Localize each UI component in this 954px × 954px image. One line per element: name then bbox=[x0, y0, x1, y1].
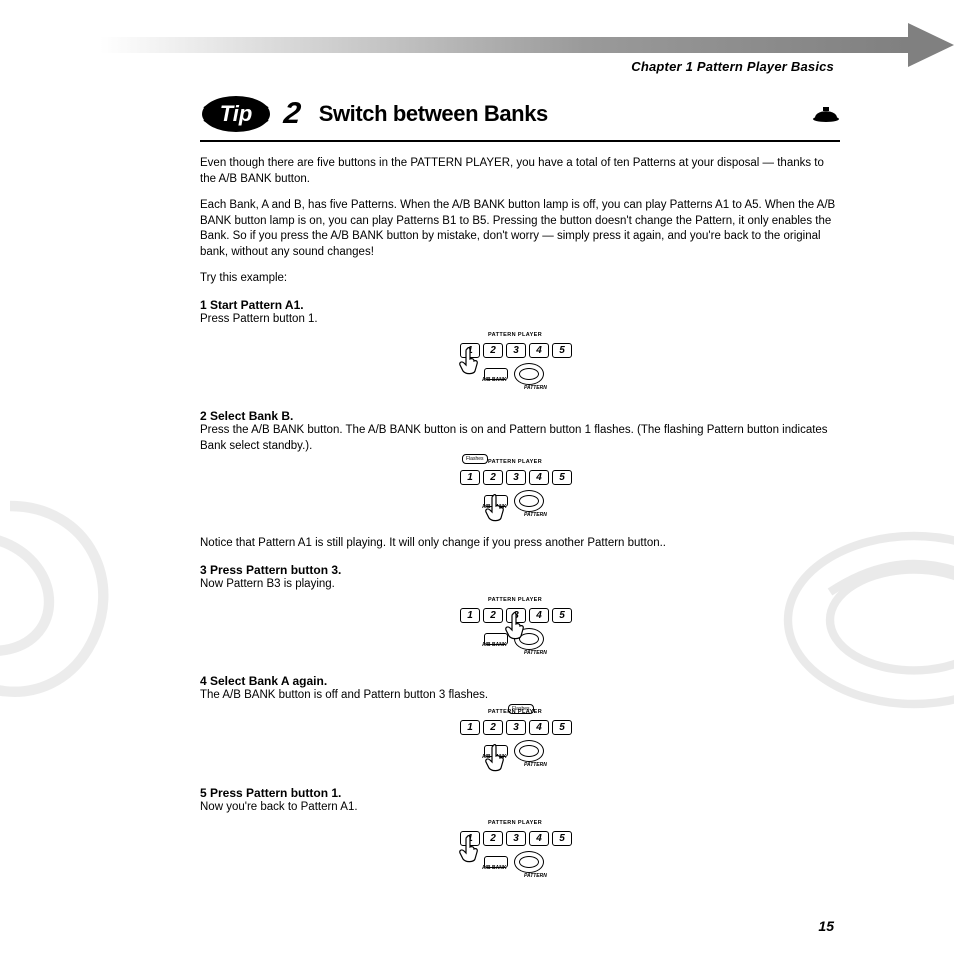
step-2-heading: 2 Select Bank B. bbox=[200, 409, 840, 423]
pattern-button-1: 1 bbox=[460, 608, 480, 623]
intro-p2: Each Bank, A and B, has five Patterns. W… bbox=[200, 198, 840, 260]
tip-header: Tip 2 Switch between Banks bbox=[200, 94, 840, 142]
diagram-step-5: PATTERN PLAYER 1 2 3 4 5 A/B BANK PATTER… bbox=[454, 821, 586, 883]
pattern-button-4: 4 bbox=[529, 831, 549, 846]
pattern-label: PATTERN bbox=[524, 512, 547, 518]
flashes-callout: Flashes bbox=[462, 454, 488, 464]
pattern-button-1: 1 bbox=[460, 470, 480, 485]
ab-bank-label: A/B BANK bbox=[482, 642, 506, 648]
tip-badge-icon: Tip bbox=[200, 94, 272, 134]
step-1-heading: 1 Start Pattern A1. bbox=[200, 298, 840, 312]
pattern-wheel bbox=[514, 363, 544, 385]
ab-bank-label: A/B BANK bbox=[482, 865, 506, 871]
pattern-button-3: 3 bbox=[506, 720, 526, 735]
tip-title: Switch between Banks bbox=[319, 101, 548, 127]
pattern-button-4: 4 bbox=[529, 608, 549, 623]
diagram-top-label: PATTERN PLAYER bbox=[488, 459, 542, 465]
pattern-button-2: 2 bbox=[483, 343, 503, 358]
hand-pointer-icon bbox=[484, 744, 506, 772]
hand-pointer-icon bbox=[484, 494, 506, 522]
intro-p1: Even though there are five buttons in th… bbox=[200, 156, 840, 187]
diagram-top-label: PATTERN PLAYER bbox=[488, 332, 542, 338]
hand-pointer-icon bbox=[504, 612, 526, 640]
intro-p3: Try this example: bbox=[200, 271, 840, 287]
step-5-body: Now you're back to Pattern A1. bbox=[200, 800, 840, 816]
diagram-top-label: PATTERN PLAYER bbox=[488, 597, 542, 603]
page-number: 15 bbox=[818, 918, 834, 934]
step-3-heading: 3 Press Pattern button 3. bbox=[200, 563, 840, 577]
pattern-button-5: 5 bbox=[552, 343, 572, 358]
difficulty-icon bbox=[812, 105, 840, 123]
step-2-body: Press the A/B BANK button. The A/B BANK … bbox=[200, 423, 840, 454]
pattern-button-3: 3 bbox=[506, 831, 526, 846]
diagram-step-4: Flashes PATTERN PLAYER 1 2 3 4 5 A/B BAN… bbox=[454, 710, 586, 772]
pattern-wheel bbox=[514, 490, 544, 512]
pattern-wheel bbox=[514, 851, 544, 873]
pattern-button-4: 4 bbox=[529, 720, 549, 735]
diagram-top-label: PATTERN PLAYER bbox=[488, 709, 542, 715]
bg-decor-left bbox=[0, 480, 140, 740]
hand-pointer-icon bbox=[458, 835, 480, 863]
hand-pointer-icon bbox=[458, 347, 480, 375]
pattern-button-2: 2 bbox=[483, 720, 503, 735]
page-content: Tip 2 Switch between Banks Even though t… bbox=[200, 94, 840, 897]
diagram-step-3: PATTERN PLAYER 1 2 3 4 5 A/B BANK PATTER… bbox=[454, 598, 586, 660]
diagram-step-1: PATTERN PLAYER 1 2 3 4 5 A/B BANK PATTER… bbox=[454, 333, 586, 395]
pattern-button-2: 2 bbox=[483, 608, 503, 623]
step-3-body: Now Pattern B3 is playing. bbox=[200, 577, 840, 593]
tip-number: 2 bbox=[282, 97, 302, 131]
pattern-button-1: 1 bbox=[460, 720, 480, 735]
pattern-button-4: 4 bbox=[529, 470, 549, 485]
pattern-button-5: 5 bbox=[552, 720, 572, 735]
step-2-after: Notice that Pattern A1 is still playing.… bbox=[200, 536, 840, 552]
pattern-label: PATTERN bbox=[524, 650, 547, 656]
pattern-label: PATTERN bbox=[524, 385, 547, 391]
ab-bank-label: A/B BANK bbox=[482, 377, 506, 383]
tip-badge-text: Tip bbox=[220, 101, 253, 126]
pattern-button-3: 3 bbox=[506, 470, 526, 485]
pattern-button-2: 2 bbox=[483, 470, 503, 485]
step-4-body: The A/B BANK button is off and Pattern b… bbox=[200, 688, 840, 704]
step-1-body: Press Pattern button 1. bbox=[200, 312, 840, 328]
pattern-label: PATTERN bbox=[524, 762, 547, 768]
pattern-button-2: 2 bbox=[483, 831, 503, 846]
header-bar bbox=[100, 32, 954, 58]
step-4-heading: 4 Select Bank A again. bbox=[200, 674, 840, 688]
chapter-label: Chapter 1 Pattern Player Basics bbox=[631, 59, 834, 74]
pattern-button-5: 5 bbox=[552, 608, 572, 623]
pattern-button-4: 4 bbox=[529, 343, 549, 358]
header-gradient bbox=[100, 37, 908, 53]
pattern-button-5: 5 bbox=[552, 831, 572, 846]
pattern-label: PATTERN bbox=[524, 873, 547, 879]
pattern-button-3: 3 bbox=[506, 343, 526, 358]
diagram-step-2: Flashes PATTERN PLAYER 1 2 3 4 5 A/B BAN… bbox=[454, 460, 586, 522]
pattern-wheel bbox=[514, 740, 544, 762]
diagram-top-label: PATTERN PLAYER bbox=[488, 820, 542, 826]
arrow-right-icon bbox=[908, 23, 954, 67]
pattern-button-5: 5 bbox=[552, 470, 572, 485]
step-5-heading: 5 Press Pattern button 1. bbox=[200, 786, 840, 800]
